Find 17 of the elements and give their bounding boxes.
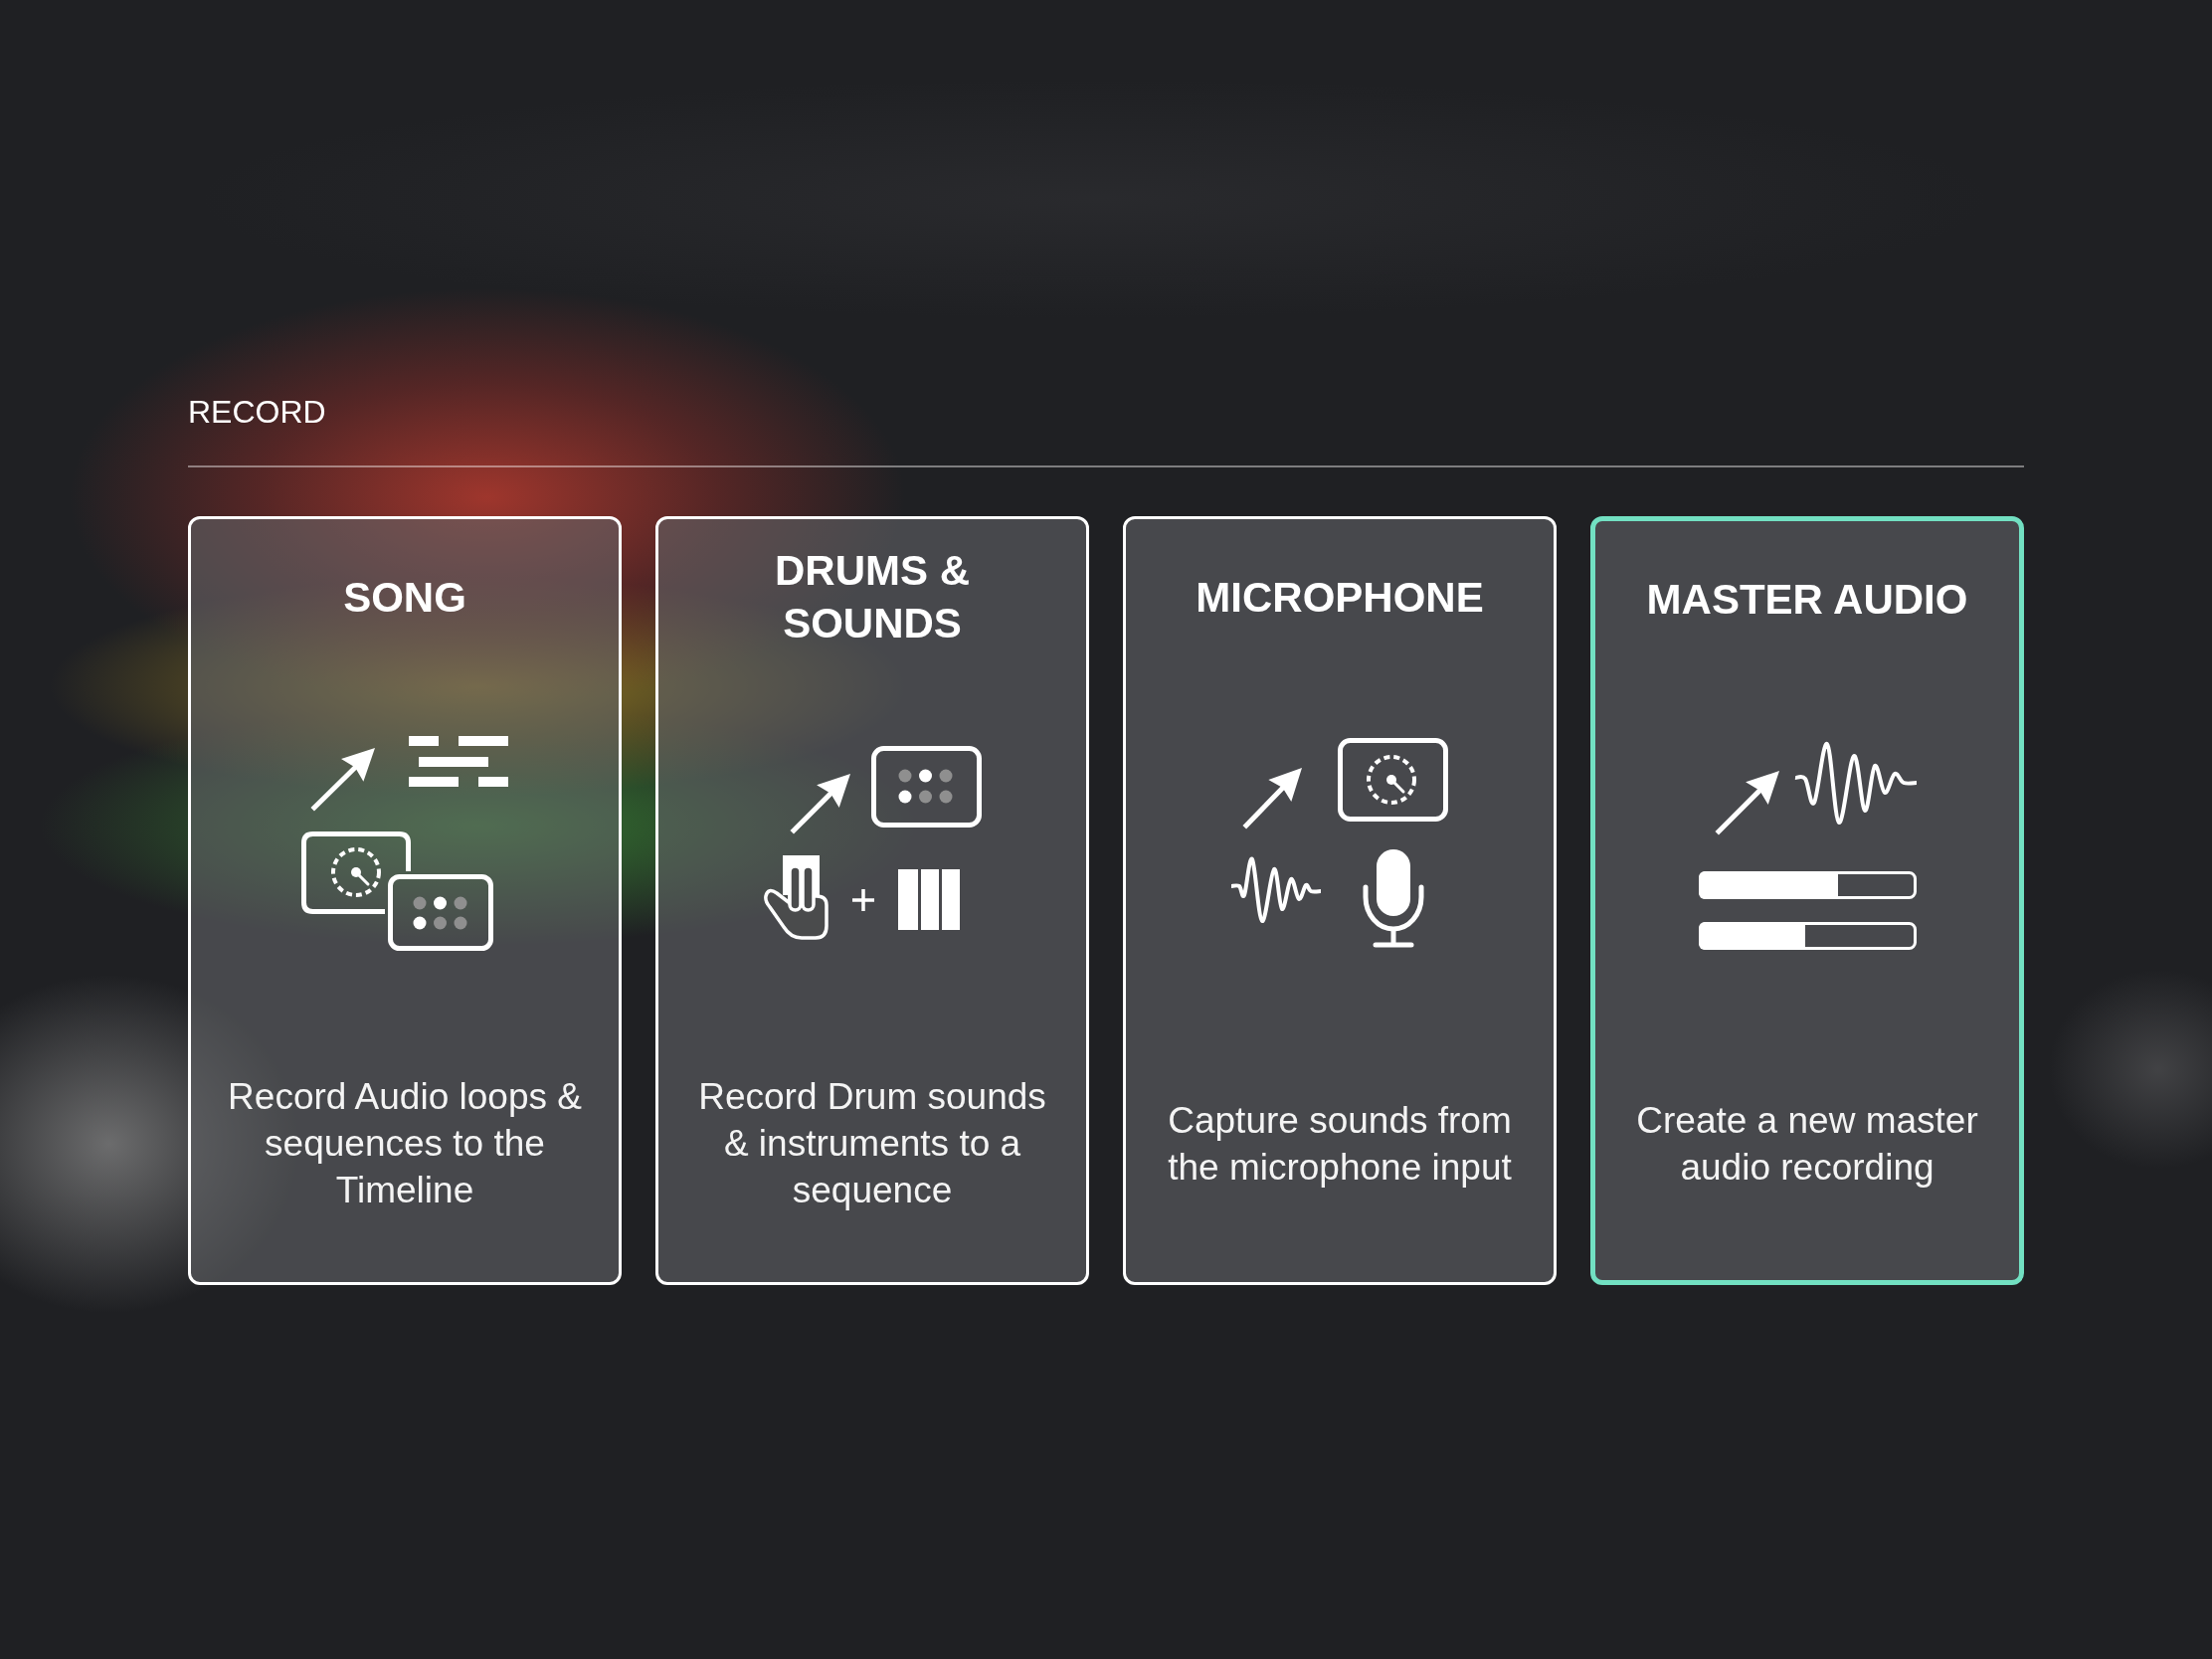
card-title: MICROPHONE: [1196, 572, 1484, 623]
card-description: Record Drum sounds & instruments to a sequence: [697, 1075, 1047, 1212]
card-title: DRUMS & SOUNDS: [774, 546, 971, 648]
record-option-card[interactable]: MASTER AUDIO Create a new master audio recording: [1590, 516, 2024, 1285]
arrow-wave-meters-icon: [1698, 741, 1917, 950]
card-title: SONG: [343, 572, 466, 623]
section-title: RECORD: [188, 393, 326, 432]
record-option-card[interactable]: SONG Record Audio loops & sequences to the Timeline: [188, 516, 622, 1285]
card-description: Record Audio loops & sequences to the Timeline: [227, 1075, 583, 1212]
arrow-pad-hand-keys-icon: [763, 745, 982, 942]
record-option-card[interactable]: MICROPHONE Capture sounds from the microphone input: [1123, 516, 1557, 1285]
card-description: Create a new master audio recording: [1635, 1098, 1979, 1190]
card-title: MASTER AUDIO: [1646, 574, 1968, 625]
arrow-lines-pads-icon: [301, 736, 508, 951]
arrow-dial-wave-mic-icon: [1231, 738, 1448, 949]
card-description: Capture sounds from the microphone input: [1167, 1098, 1513, 1190]
record-option-card[interactable]: DRUMS & SOUNDS Record Drum sounds & instruments to a sequence: [655, 516, 1089, 1285]
